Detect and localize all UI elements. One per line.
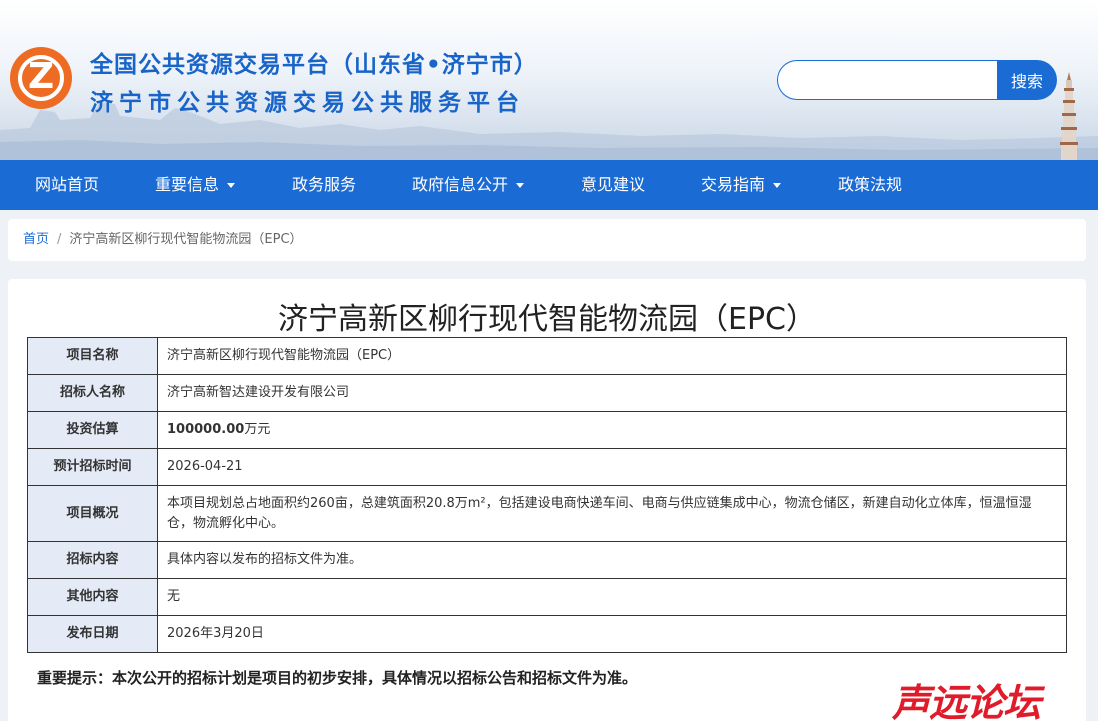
site-title-line1: 全国公共资源交易平台（山东省•济宁市） [90, 52, 538, 78]
breadcrumb: 首页 / 济宁高新区柳行现代智能物流园（EPC） [8, 219, 1086, 261]
table-row: 预计招标时间 2026-04-21 [27, 448, 1067, 486]
pagoda-icon [1060, 72, 1078, 160]
site-title-line2: 济宁市公共资源交易公共服务平台 [90, 90, 525, 116]
nav-item-policies[interactable]: 政策法规 [838, 160, 902, 210]
platform-logo[interactable]: Z [10, 47, 72, 109]
row-label: 投资估算 [27, 411, 158, 449]
row-label: 项目概况 [27, 485, 158, 542]
page-title: 济宁高新区柳行现代智能物流园（EPC） [278, 302, 816, 337]
nav-item-important-info[interactable]: 重要信息 [155, 160, 236, 210]
important-notice: 重要提示：本次公开的招标计划是项目的初步安排，具体情况以招标公告和招标文件为准。 [37, 669, 638, 687]
chevron-down-icon [516, 183, 525, 188]
row-label: 发布日期 [27, 615, 158, 653]
table-row: 招标内容 具体内容以发布的招标文件为准。 [27, 541, 1067, 579]
nav-item-home[interactable]: 网站首页 [35, 160, 99, 210]
search-input[interactable] [777, 60, 1001, 100]
chevron-down-icon [773, 183, 782, 188]
row-label: 预计招标时间 [27, 448, 158, 486]
table-row: 投资估算 100000.00万元 [27, 411, 1067, 449]
row-value: 济宁高新区柳行现代智能物流园（EPC） [157, 337, 1067, 375]
breadcrumb-separator: / [57, 232, 62, 247]
nav-item-government-disclosure[interactable]: 政府信息公开 [412, 160, 525, 210]
search-bar: 搜索 [777, 60, 1057, 100]
site-header: Z 全国公共资源交易平台（山东省•济宁市） 济宁市公共资源交易公共服务平台 搜索 [0, 0, 1098, 160]
investment-unit: 万元 [244, 422, 271, 437]
row-label: 招标人名称 [27, 374, 158, 412]
nav-item-trading-guide[interactable]: 交易指南 [701, 160, 782, 210]
investment-amount: 100000.00 [167, 422, 245, 437]
row-value: 2026-04-21 [157, 448, 1067, 486]
row-value: 本项目规划总占地面积约260亩，总建筑面积20.8万m²，包括建设电商快递车间、… [157, 485, 1067, 542]
table-row: 其他内容 无 [27, 578, 1067, 616]
breadcrumb-home-link[interactable]: 首页 [23, 232, 49, 247]
detail-panel: 济宁高新区柳行现代智能物流园（EPC） 项目名称 济宁高新区柳行现代智能物流园（… [8, 279, 1086, 721]
table-row: 招标人名称 济宁高新智达建设开发有限公司 [27, 374, 1067, 412]
row-value: 具体内容以发布的招标文件为准。 [157, 541, 1067, 579]
breadcrumb-current: 济宁高新区柳行现代智能物流园（EPC） [69, 232, 303, 247]
nav-item-suggestions[interactable]: 意见建议 [581, 160, 645, 210]
forum-watermark: 声远论坛 [892, 681, 1041, 721]
row-label: 项目名称 [27, 337, 158, 375]
row-value: 济宁高新智达建设开发有限公司 [157, 374, 1067, 412]
row-value: 2026年3月20日 [157, 615, 1067, 653]
row-value: 100000.00万元 [157, 411, 1067, 449]
main-nav: 网站首页 重要信息 政务服务 政府信息公开 意见建议 交易指南 政策法规 [0, 160, 1098, 210]
row-label: 招标内容 [27, 541, 158, 579]
row-label: 其他内容 [27, 578, 158, 616]
search-button[interactable]: 搜索 [997, 60, 1057, 100]
chevron-down-icon [227, 183, 236, 188]
nav-item-government-services[interactable]: 政务服务 [292, 160, 356, 210]
project-info-table: 项目名称 济宁高新区柳行现代智能物流园（EPC） 招标人名称 济宁高新智达建设开… [27, 337, 1067, 653]
table-row: 发布日期 2026年3月20日 [27, 615, 1067, 653]
table-row: 项目概况 本项目规划总占地面积约260亩，总建筑面积20.8万m²，包括建设电商… [27, 485, 1067, 542]
row-value: 无 [157, 578, 1067, 616]
table-row: 项目名称 济宁高新区柳行现代智能物流园（EPC） [27, 337, 1067, 375]
